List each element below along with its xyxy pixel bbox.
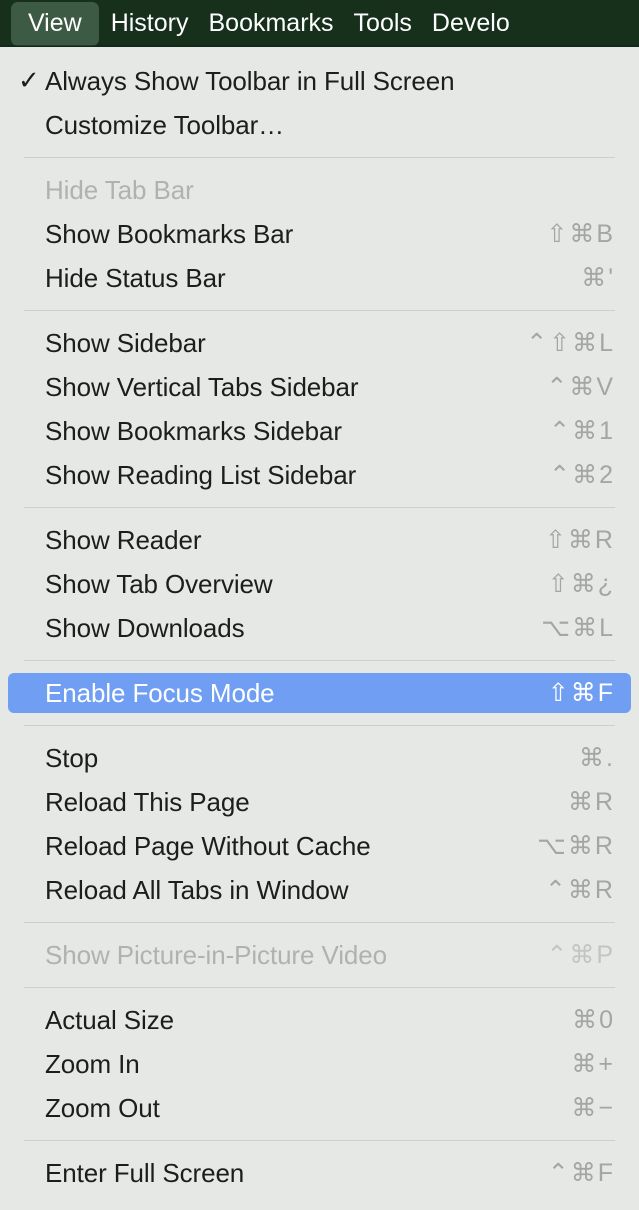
menu-separator [24,1140,615,1141]
menu-item-show-tab-overview[interactable]: Show Tab Overview ⇧⌘¿ [0,562,639,606]
menu-separator [24,660,615,661]
view-menu-dropdown: ✓ Always Show Toolbar in Full Screen Custo… [0,47,639,1210]
menu-item-label: Show Sidebar [45,328,206,358]
menu-item-shortcut: ⌘. [579,743,615,772]
menu-item-highlight [8,738,631,778]
menu-item-label: Show Vertical Tabs Sidebar [45,372,359,402]
menu-item-shortcut: ⌃⌘R [544,875,615,904]
menu-item-zoom-in[interactable]: Zoom In ⌘+ [0,1042,639,1086]
menu-separator [24,157,615,158]
menu-item-hide-tab-bar: Hide Tab Bar [0,168,639,212]
menu-item-actual-size[interactable]: Actual Size ⌘0 [0,998,639,1042]
menu-item-show-bookmarks-bar[interactable]: Show Bookmarks Bar ⇧⌘B [0,212,639,256]
menu-item-show-bookmarks-sidebar[interactable]: Show Bookmarks Sidebar ⌃⌘1 [0,409,639,453]
menu-separator [24,922,615,923]
application-menu-bar: tViewHistoryBookmarksToolsDevelo [0,0,639,47]
checkmark-icon: ✓ [18,65,40,95]
menubar-item-bookmarks[interactable]: Bookmarks [199,2,344,46]
menu-item-stop[interactable]: Stop ⌘. [0,736,639,780]
menu-item-shortcut: ⌘− [571,1093,615,1122]
menubar-item-view[interactable]: View [10,1,99,46]
menu-item-shortcut: ⌘R [567,787,615,816]
menu-item-label: Customize Toolbar… [45,110,285,140]
menu-item-label: Reload All Tabs in Window [45,875,349,905]
menu-item-label: Always Show Toolbar in Full Screen [45,66,455,96]
menu-item-shortcut: ⌃⌘F [547,1158,615,1187]
menu-item-zoom-out[interactable]: Zoom Out ⌘− [0,1086,639,1130]
menu-item-label: Show Picture-in-Picture Video [45,940,388,970]
menu-item-show-vertical-tabs-sidebar[interactable]: Show Vertical Tabs Sidebar ⌃⌘V [0,365,639,409]
menu-item-label: Enter Full Screen [45,1158,245,1188]
menu-item-show-downloads[interactable]: Show Downloads ⌥⌘L [0,606,639,650]
menu-item-shortcut: ⌥⌘R [537,831,615,860]
menu-item-label: Show Downloads [45,613,245,643]
menu-item-reload-this-page[interactable]: Reload This Page ⌘R [0,780,639,824]
menu-separator [24,725,615,726]
menu-item-label: Enable Focus Mode [45,678,275,708]
menu-item-shortcut: ⇧⌘R [544,525,615,554]
menu-item-label: Hide Tab Bar [45,175,194,205]
menu-item-shortcut: ⇧⌘F [547,678,615,707]
menu-item-reload-page-without-cache[interactable]: Reload Page Without Cache ⌥⌘R [0,824,639,868]
menu-item-label: Show Bookmarks Bar [45,219,294,249]
menu-item-label: Hide Status Bar [45,263,226,293]
menu-item-always-show-toolbar-in-full-screen[interactable]: ✓ Always Show Toolbar in Full Screen [0,59,639,103]
menubar-item-history[interactable]: History [101,2,199,46]
menu-item-shortcut: ⌃⌘P [546,940,615,969]
menu-item-shortcut: ⌥⌘L [541,613,615,642]
menu-item-label: Zoom Out [45,1093,160,1123]
menu-item-shortcut: ⌃⌘2 [549,460,615,489]
menu-item-label: Stop [45,743,99,773]
menu-item-show-sidebar[interactable]: Show Sidebar ⌃⇧⌘L [0,321,639,365]
menu-item-shortcut: ⌃⌘V [546,372,615,401]
menu-item-reload-all-tabs-in-window[interactable]: Reload All Tabs in Window ⌃⌘R [0,868,639,912]
menu-item-customize-toolbar[interactable]: Customize Toolbar… [0,103,639,147]
menubar-item-tools[interactable]: Tools [344,2,422,46]
menu-separator [24,507,615,508]
menu-item-shortcut: ⌃⌘1 [549,416,615,445]
menu-item-label: Show Tab Overview [45,569,273,599]
menu-item-shortcut: ⌃⇧⌘L [526,328,615,357]
menu-item-shortcut: ⇧⌘B [546,219,615,248]
menu-item-label: Show Reader [45,525,202,555]
menubar-item-t[interactable]: t [0,2,9,46]
menu-separator [24,310,615,311]
menu-item-label: Show Reading List Sidebar [45,460,357,490]
menu-item-enter-full-screen[interactable]: Enter Full Screen ⌃⌘F [0,1151,639,1195]
menubar-item-develo[interactable]: Develo [422,2,520,46]
menu-item-hide-status-bar[interactable]: Hide Status Bar ⌘' [0,256,639,300]
menu-item-label: Reload This Page [45,787,250,817]
menu-item-shortcut: ⌘0 [572,1005,615,1034]
menu-item-show-picture-in-picture-video: Show Picture-in-Picture Video ⌃⌘P [0,933,639,977]
menu-item-shortcut: ⌘' [581,263,615,292]
menu-item-label: Reload Page Without Cache [45,831,371,861]
menu-item-shortcut: ⌘+ [571,1049,615,1078]
menu-item-enable-focus-mode[interactable]: Enable Focus Mode ⇧⌘F [0,671,639,715]
menu-separator [24,987,615,988]
menu-item-show-reader[interactable]: Show Reader ⇧⌘R [0,518,639,562]
menu-item-show-reading-list-sidebar[interactable]: Show Reading List Sidebar ⌃⌘2 [0,453,639,497]
menu-item-shortcut: ⇧⌘¿ [547,569,615,598]
menu-item-label: Zoom In [45,1049,140,1079]
menu-item-label: Show Bookmarks Sidebar [45,416,342,446]
menu-item-label: Actual Size [45,1005,174,1035]
